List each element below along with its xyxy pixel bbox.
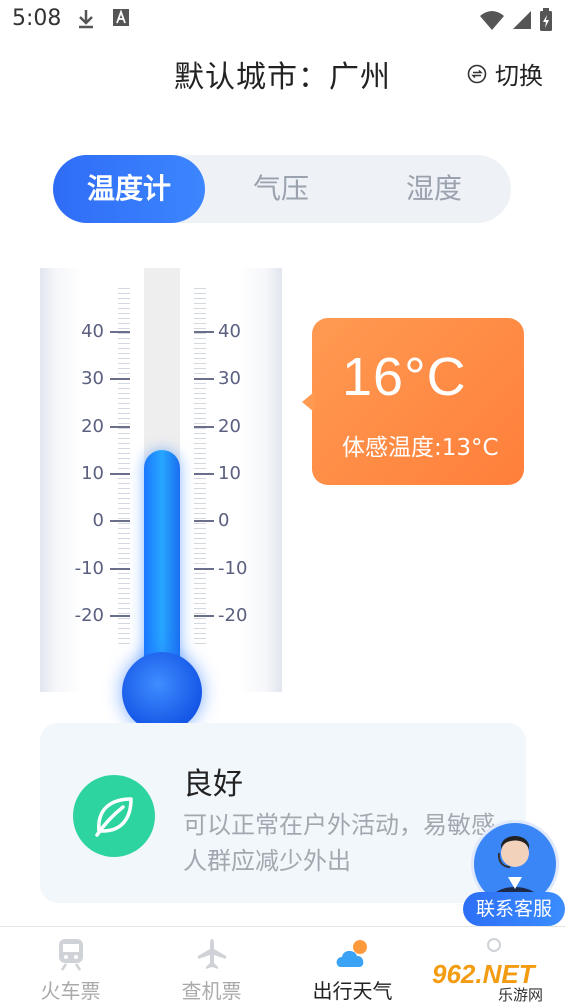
- signal-icon: [513, 11, 531, 29]
- weather-icon: [336, 940, 367, 967]
- nav-label-flight: 查机票: [181, 979, 242, 1003]
- download-icon: [79, 10, 93, 29]
- major-tick-left: [110, 614, 130, 617]
- plane-icon: [197, 939, 226, 969]
- temperature-bubble: 16°C 体感温度:13°C: [302, 318, 524, 485]
- major-tick-right: [194, 425, 214, 428]
- wifi-icon: [480, 11, 504, 30]
- train-icon: [58, 939, 83, 971]
- scale-label-left: 20: [81, 415, 104, 437]
- scale-label-right: 40: [218, 321, 241, 342]
- scale-label-left: 0: [92, 510, 104, 532]
- air-status-card: 良好 可以正常在户外活动，易敏感人群应减少外出: [40, 723, 526, 903]
- scale-label-right: 10: [218, 462, 241, 484]
- nav-item-train[interactable]: 火车票: [0, 927, 141, 1004]
- major-tick-left: [110, 472, 130, 475]
- major-tick-right: [194, 567, 214, 570]
- scale-label-left: -20: [74, 604, 104, 626]
- major-tick-left: [110, 520, 130, 523]
- watermark-logo: 962.NET 乐游网: [428, 955, 565, 1004]
- scale-label-left: 10: [81, 462, 104, 484]
- nav-label-train: 火车票: [40, 979, 101, 1003]
- watermark-subtitle: 乐游网: [498, 986, 543, 1004]
- customer-service-button[interactable]: 联系客服: [463, 820, 565, 928]
- minor-ticks-right: [194, 288, 206, 648]
- battery-icon: [540, 8, 552, 31]
- major-tick-left: [110, 567, 130, 570]
- tab-thermometer[interactable]: 温度计: [53, 155, 205, 223]
- scale-label-right: 20: [218, 415, 241, 437]
- scale-label-left: -10: [74, 557, 104, 579]
- mode-tabs: 温度计 气压 湿度: [53, 155, 511, 223]
- tab-humidity[interactable]: 湿度: [357, 155, 511, 223]
- nav-label-weather: 出行天气: [312, 979, 393, 1003]
- tab-pressure[interactable]: 气压: [205, 155, 357, 223]
- status-title: 良好: [183, 767, 243, 802]
- major-tick-right: [194, 331, 214, 333]
- switch-label: 切换: [495, 62, 543, 90]
- status-time: 5:08: [12, 6, 62, 31]
- scale-label-right: 30: [218, 368, 241, 390]
- thermometer-bulb: [122, 652, 202, 732]
- nav-item-weather[interactable]: 出行天气: [282, 927, 423, 1004]
- major-tick-left: [110, 331, 130, 333]
- major-tick-left: [110, 378, 130, 381]
- nav-item-flight[interactable]: 查机票: [141, 927, 282, 1004]
- status-description: 可以正常在户外活动，易敏感人群应减少外出: [183, 811, 495, 875]
- thermometer-edge-right: [264, 268, 282, 692]
- major-tick-right: [194, 472, 214, 475]
- watermark-brand: 962.NET: [432, 959, 537, 989]
- thermometer: 40 40 30 30 20 20 10 10 0 0 -10 -10 -20 -20: [40, 268, 282, 732]
- major-tick-right: [194, 614, 214, 617]
- switch-city-button[interactable]: 切换: [467, 56, 543, 91]
- major-tick-right: [194, 378, 214, 381]
- scale-label-left: 30: [81, 368, 104, 390]
- minor-ticks-left: [118, 288, 130, 648]
- temperature-value: 16°C: [342, 347, 467, 407]
- scale-label-right: -20: [218, 604, 248, 626]
- scale-label-right: -10: [218, 557, 248, 579]
- scale-label-right: 0: [218, 510, 230, 532]
- leaf-icon: [73, 775, 155, 857]
- major-tick-left: [110, 425, 130, 428]
- feels-like: 体感温度:13°C: [342, 435, 499, 461]
- customer-service-label: 联系客服: [463, 892, 565, 926]
- thermometer-edge-left: [40, 268, 58, 692]
- major-tick-right: [194, 520, 214, 523]
- a-badge-icon: [113, 9, 129, 26]
- scale-label-left: 40: [81, 321, 104, 342]
- switch-icon: [467, 64, 487, 83]
- status-bar: 5:08: [0, 0, 565, 40]
